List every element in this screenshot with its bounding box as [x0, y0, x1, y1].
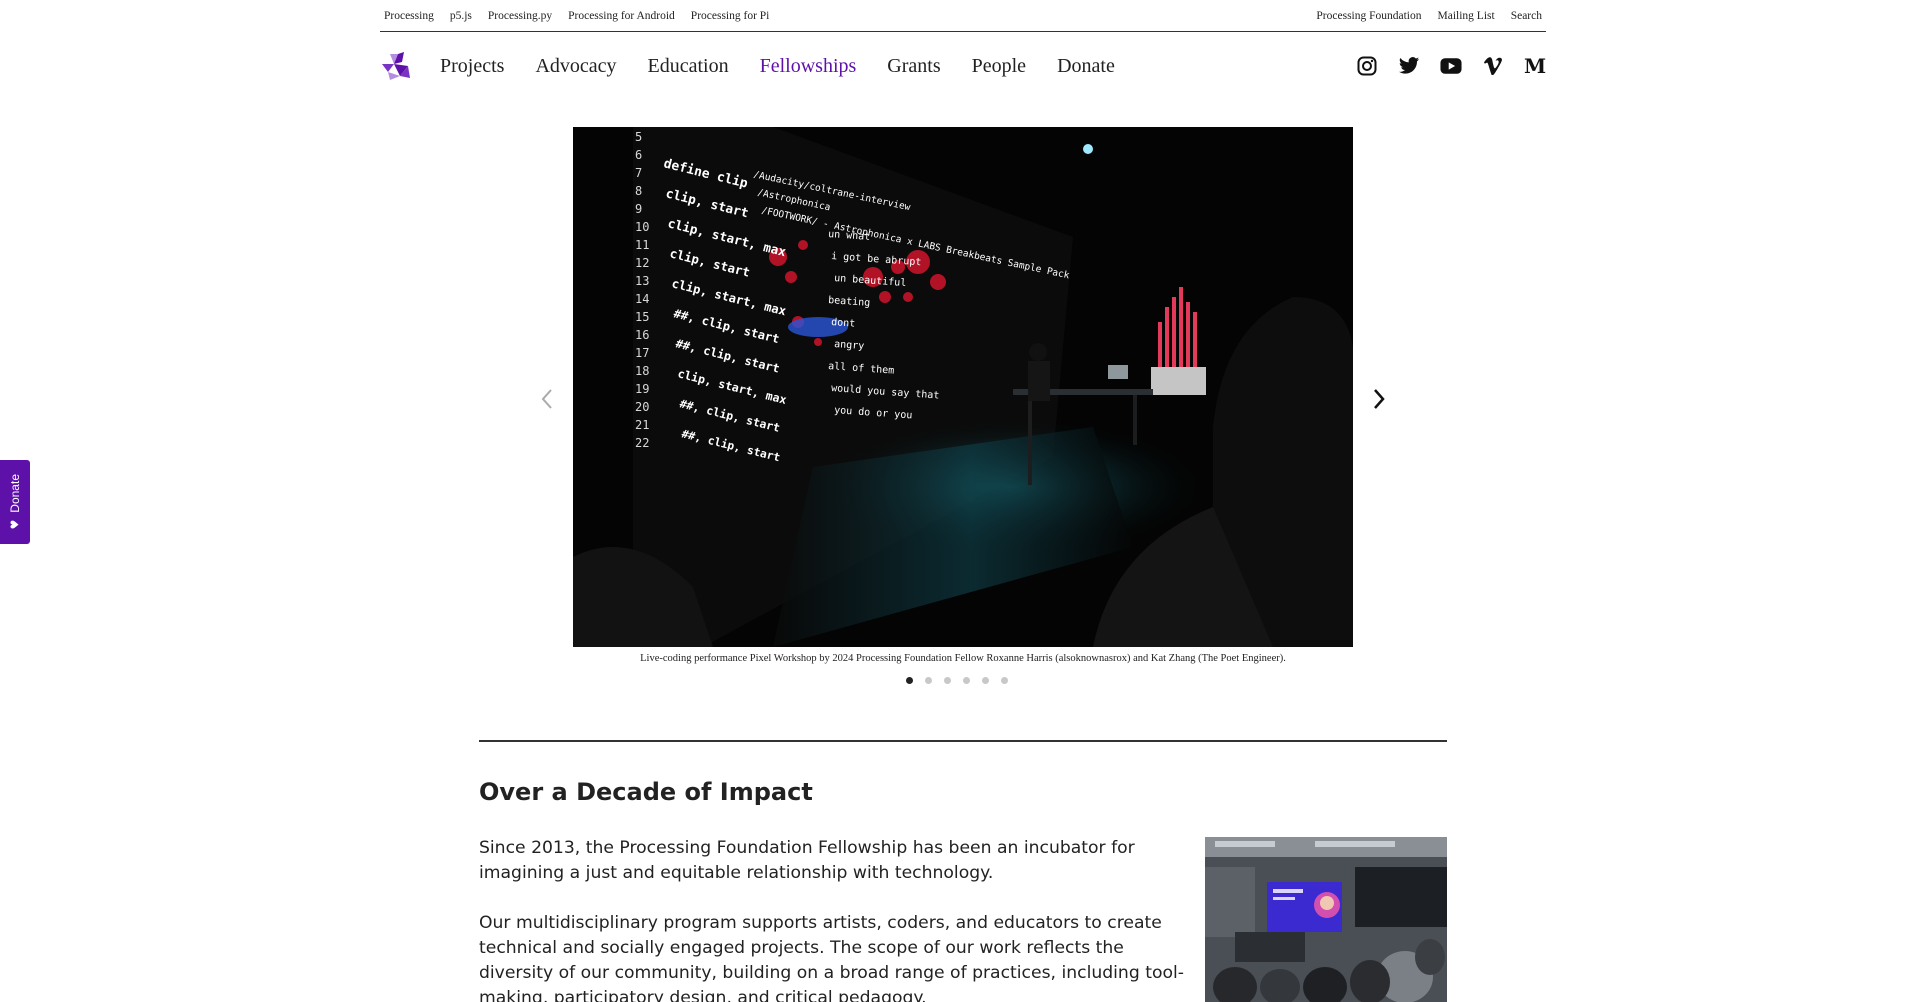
nav-education[interactable]: Education	[648, 55, 729, 78]
carousel-dot[interactable]	[1001, 677, 1008, 684]
nav-fellowships[interactable]: Fellowships	[760, 55, 857, 78]
utility-bar: Processing p5.js Processing.py Processin…	[380, 0, 1546, 32]
projected-lyric-line: dont	[831, 317, 856, 330]
chevron-right-icon	[1374, 389, 1385, 409]
projected-line-number: 12	[635, 256, 649, 270]
fellowship-event-photo	[1205, 837, 1447, 1002]
link-p5js[interactable]: p5.js	[450, 10, 472, 22]
projected-line-number: 9	[635, 202, 642, 216]
carousel-prev-button[interactable]	[532, 384, 562, 414]
donate-side-tab[interactable]: Donate ♥	[0, 460, 30, 544]
nav-advocacy[interactable]: Advocacy	[535, 55, 616, 78]
main-nav: Projects Advocacy Education Fellowships …	[380, 46, 1546, 86]
projected-lyric-line: angry	[834, 339, 865, 352]
donate-side-tab-label: Donate	[8, 474, 22, 513]
projected-line-number: 14	[635, 292, 649, 306]
main-nav-left: Projects Advocacy Education Fellowships …	[380, 50, 1115, 82]
projected-line-number: 21	[635, 418, 649, 432]
social-links: M	[1356, 55, 1546, 77]
section-body: Since 2013, the Processing Foundation Fe…	[479, 836, 1199, 1002]
carousel-dot[interactable]	[944, 677, 951, 684]
projected-line-number: 11	[635, 238, 649, 252]
carousel-dot[interactable]	[906, 677, 913, 684]
body-paragraph: Since 2013, the Processing Foundation Fe…	[479, 838, 1135, 883]
body-paragraph: Our multidisciplinary program supports a…	[479, 913, 1184, 1002]
nav-projects[interactable]: Projects	[440, 55, 504, 78]
projected-line-number: 20	[635, 400, 649, 414]
twitter-icon[interactable]	[1398, 55, 1420, 77]
instagram-icon[interactable]	[1356, 55, 1378, 77]
utility-links-right: Processing Foundation Mailing List Searc…	[1312, 10, 1546, 22]
projected-line-number: 22	[635, 436, 649, 450]
heart-icon: ♥	[8, 519, 22, 530]
projected-line-number: 6	[635, 148, 642, 162]
processing-foundation-logo[interactable]	[380, 50, 412, 82]
projected-line-number: 8	[635, 184, 642, 198]
carousel-dots	[906, 677, 1008, 684]
link-processing-foundation[interactable]: Processing Foundation	[1316, 10, 1421, 22]
nav-grants[interactable]: Grants	[887, 55, 940, 78]
projected-line-number: 15	[635, 310, 649, 324]
medium-icon[interactable]: M	[1524, 55, 1546, 77]
carousel-dot[interactable]	[925, 677, 932, 684]
section-title: Over a Decade of Impact	[479, 778, 813, 806]
utility-links-left: Processing p5.js Processing.py Processin…	[380, 10, 773, 22]
projected-line-number: 18	[635, 364, 649, 378]
projected-line-number: 7	[635, 166, 642, 180]
projected-line-number: 19	[635, 382, 649, 396]
projected-line-number: 10	[635, 220, 649, 234]
nav-people[interactable]: People	[972, 55, 1026, 78]
link-mailing-list[interactable]: Mailing List	[1438, 10, 1495, 22]
link-processing[interactable]: Processing	[384, 10, 434, 22]
youtube-icon[interactable]	[1440, 55, 1462, 77]
projected-line-number: 17	[635, 346, 649, 360]
chevron-left-icon	[541, 389, 552, 409]
link-search[interactable]: Search	[1511, 10, 1542, 22]
nav-donate[interactable]: Donate	[1057, 55, 1115, 78]
projected-line-number: 13	[635, 274, 649, 288]
carousel-slide-image: define clip clip, start clip, start, max cl…	[573, 127, 1353, 647]
link-processing-pi[interactable]: Processing for Pi	[691, 10, 770, 22]
carousel-caption: Live-coding performance Pixel Workshop b…	[640, 653, 1286, 664]
carousel-dot[interactable]	[963, 677, 970, 684]
vimeo-icon[interactable]	[1482, 55, 1504, 77]
primary-nav-links: Projects Advocacy Education Fellowships …	[440, 55, 1115, 78]
projected-line-number: 5	[635, 130, 642, 144]
projected-line-number: 16	[635, 328, 649, 342]
carousel-dot[interactable]	[982, 677, 989, 684]
section-divider	[479, 740, 1447, 742]
link-processing-android[interactable]: Processing for Android	[568, 10, 675, 22]
carousel-next-button[interactable]	[1364, 384, 1394, 414]
link-processing-py[interactable]: Processing.py	[488, 10, 552, 22]
